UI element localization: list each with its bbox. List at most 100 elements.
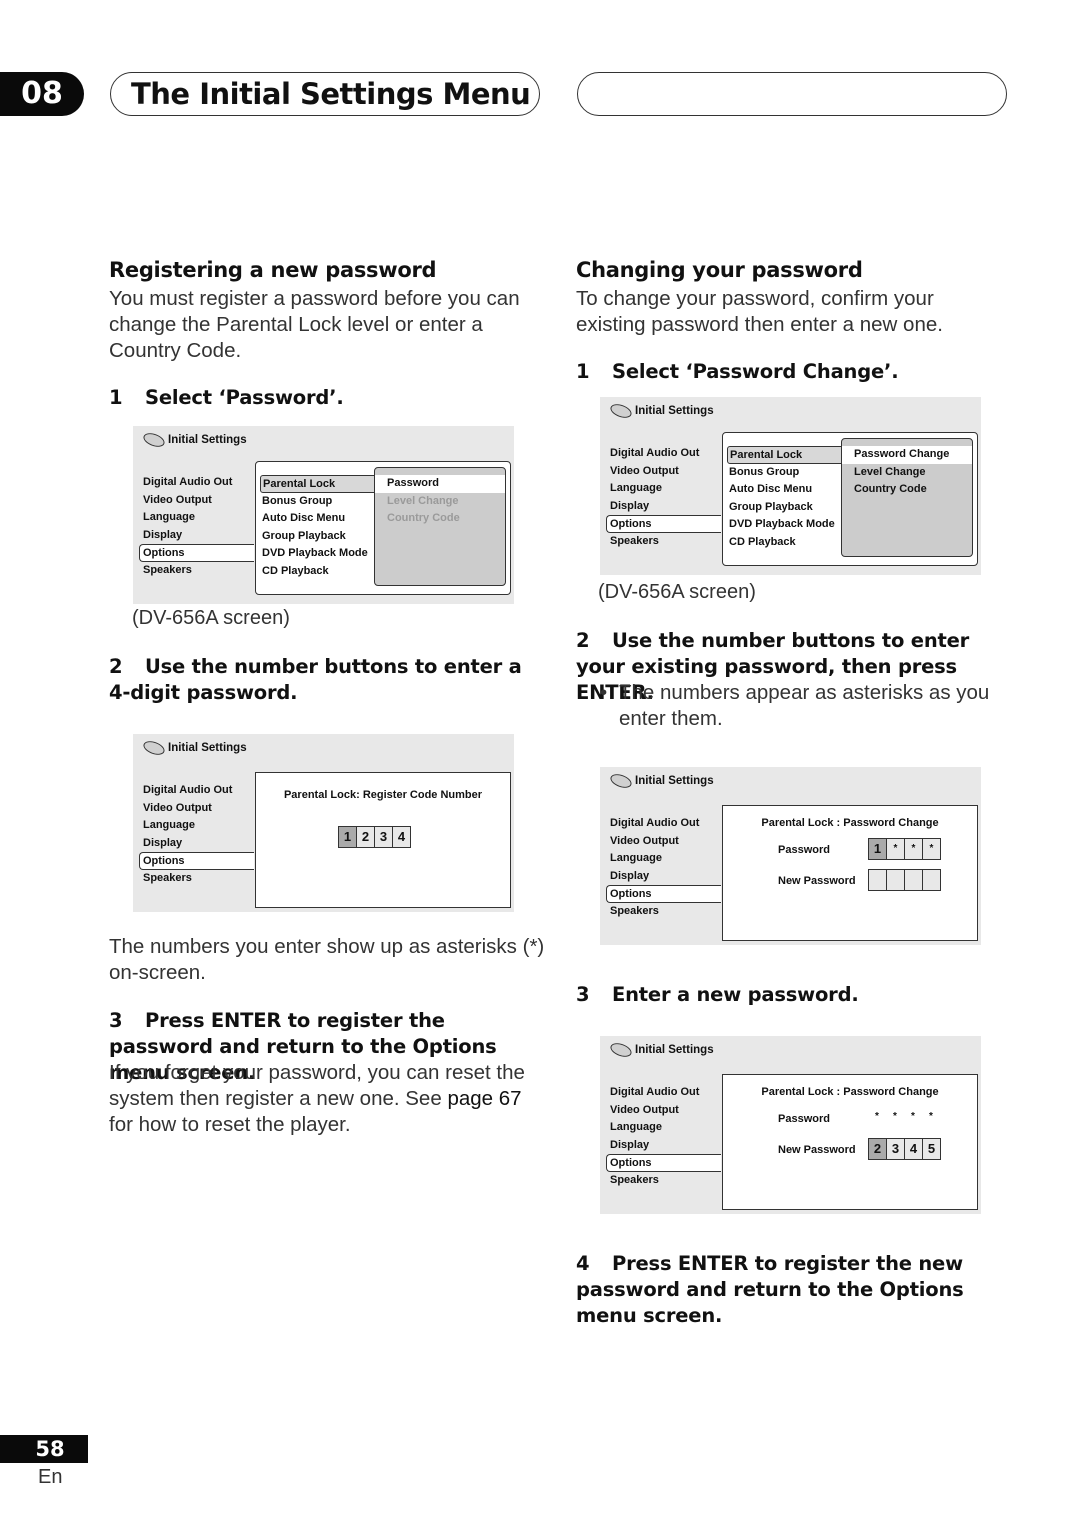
screen-caption: (DV-656A screen) bbox=[132, 607, 290, 629]
chapter-title-box: The Initial Settings Menu bbox=[110, 72, 540, 116]
menu-item-selected[interactable]: Parental Lock bbox=[727, 446, 849, 464]
menu-item[interactable]: Speakers bbox=[143, 870, 254, 888]
panel-title: Parental Lock : Password Change bbox=[761, 817, 939, 829]
menu-item[interactable]: Digital Audio Out bbox=[610, 445, 721, 463]
menu-item-selected[interactable]: Password Change bbox=[842, 446, 972, 464]
menu-item[interactable]: Language bbox=[143, 817, 254, 835]
osd-options-panel: Parental Lock Bonus Group Auto Disc Menu… bbox=[255, 461, 511, 595]
menu-item[interactable]: Language bbox=[143, 509, 254, 527]
digit-box: * bbox=[904, 839, 922, 859]
osd-title: Initial Settings bbox=[141, 738, 247, 758]
osd-screen-confirm-password: Initial Settings Digital Audio Out Video… bbox=[600, 767, 981, 945]
menu-item[interactable]: Display bbox=[610, 1137, 721, 1155]
change-step-1: 1 Select ‘Password Change’. bbox=[576, 359, 899, 385]
password-input[interactable]: 1 * * * bbox=[868, 838, 941, 860]
osd-screen-select-password-change: Initial Settings Digital Audio Out Video… bbox=[600, 397, 981, 575]
menu-item[interactable]: Speakers bbox=[610, 903, 721, 921]
menu-item[interactable]: DVD Playback Mode bbox=[260, 545, 382, 563]
osd-title: Initial Settings bbox=[608, 1040, 714, 1060]
menu-item[interactable]: DVD Playback Mode bbox=[727, 516, 849, 534]
password-masked: * * * * bbox=[875, 1111, 933, 1122]
menu-item-selected[interactable]: Options bbox=[606, 1154, 721, 1172]
new-password-input[interactable]: 2 3 4 5 bbox=[868, 1138, 941, 1160]
menu-item[interactable]: CD Playback bbox=[727, 534, 849, 552]
menu-item[interactable]: Video Output bbox=[610, 833, 721, 851]
menu-item[interactable]: Speakers bbox=[610, 533, 721, 551]
osd-title: Initial Settings bbox=[141, 430, 247, 450]
step-text: Enter a new password. bbox=[612, 983, 859, 1006]
osd-parental-submenu: Password Level Change Country Code bbox=[374, 467, 506, 586]
menu-item[interactable]: Language bbox=[610, 1119, 721, 1137]
digit-box bbox=[869, 870, 886, 890]
change-step-4: 4 Press ENTER to register the new passwor… bbox=[576, 1251, 966, 1329]
disc-icon bbox=[608, 1040, 634, 1060]
digit-box: 3 bbox=[374, 827, 392, 847]
menu-item-selected[interactable]: Options bbox=[606, 515, 721, 533]
menu-item[interactable]: Group Playback bbox=[727, 499, 849, 517]
screen-caption: (DV-656A screen) bbox=[598, 581, 756, 603]
change-step-3: 3 Enter a new password. bbox=[576, 982, 859, 1008]
menu-item-selected[interactable]: Parental Lock bbox=[260, 475, 382, 493]
new-password-input[interactable] bbox=[868, 869, 941, 891]
menu-item-selected[interactable]: Password bbox=[375, 475, 505, 493]
digit-box bbox=[922, 870, 940, 890]
menu-item[interactable]: Language bbox=[610, 850, 721, 868]
register-intro: You must register a password before you … bbox=[109, 287, 520, 362]
menu-item[interactable]: CD Playback bbox=[260, 563, 382, 581]
section-heading-register: Registering a new password bbox=[109, 258, 437, 282]
menu-item[interactable]: Speakers bbox=[610, 1172, 721, 1190]
register-step-1: 1 Select ‘Password’. bbox=[109, 385, 344, 411]
osd-main-menu: Digital Audio Out Video Output Language … bbox=[606, 815, 721, 921]
digit-box: 4 bbox=[392, 827, 410, 847]
menu-item[interactable]: Digital Audio Out bbox=[143, 782, 254, 800]
step-number: 4 bbox=[576, 1252, 590, 1275]
menu-item-selected[interactable]: Options bbox=[139, 544, 254, 562]
step-number: 2 bbox=[576, 629, 590, 652]
digit-box: 2 bbox=[869, 1139, 886, 1159]
menu-item[interactable]: Auto Disc Menu bbox=[727, 481, 849, 499]
chapter-title: The Initial Settings Menu bbox=[131, 77, 531, 111]
reset-note: If you forget your password, you can res… bbox=[109, 1061, 525, 1136]
menu-item-disabled: Level Change bbox=[387, 494, 459, 507]
menu-item[interactable]: Country Code bbox=[842, 481, 972, 499]
menu-item[interactable]: Video Output bbox=[143, 492, 254, 510]
menu-item-selected[interactable]: Options bbox=[139, 852, 254, 870]
menu-item-selected[interactable]: Options bbox=[606, 885, 721, 903]
menu-item[interactable]: Video Output bbox=[610, 1102, 721, 1120]
menu-item[interactable]: Display bbox=[143, 835, 254, 853]
menu-item[interactable]: Display bbox=[143, 527, 254, 545]
menu-item[interactable]: Digital Audio Out bbox=[610, 815, 721, 833]
menu-item[interactable]: Auto Disc Menu bbox=[260, 510, 382, 528]
menu-item[interactable]: Bonus Group bbox=[260, 493, 382, 511]
digit-box: * bbox=[922, 839, 940, 859]
menu-item[interactable]: Video Output bbox=[143, 800, 254, 818]
disc-icon bbox=[141, 430, 167, 450]
section-heading-change: Changing your password bbox=[576, 258, 863, 282]
asterisk-bullet: • The numbers appear as asterisks as you… bbox=[600, 681, 990, 730]
code-input[interactable]: 1 2 3 4 bbox=[338, 826, 411, 848]
page-reference-link[interactable]: page 67 bbox=[447, 1087, 521, 1110]
step-number: 3 bbox=[576, 983, 590, 1006]
menu-item[interactable]: Bonus Group bbox=[727, 464, 849, 482]
menu-item[interactable]: Speakers bbox=[143, 562, 254, 580]
language-code: En bbox=[38, 1466, 63, 1488]
menu-item[interactable]: Group Playback bbox=[260, 528, 382, 546]
menu-item[interactable]: Language bbox=[610, 480, 721, 498]
password-label: Password bbox=[778, 844, 830, 856]
menu-item[interactable]: Level Change bbox=[842, 464, 972, 482]
osd-main-menu: Digital Audio Out Video Output Language … bbox=[139, 474, 254, 580]
page-number: 58 bbox=[0, 1435, 88, 1463]
digit-box bbox=[886, 870, 904, 890]
menu-item[interactable]: Digital Audio Out bbox=[143, 474, 254, 492]
osd-title: Initial Settings bbox=[608, 771, 714, 791]
osd-screen-select-password: Initial Settings Digital Audio Out Video… bbox=[133, 426, 514, 604]
menu-item[interactable]: Digital Audio Out bbox=[610, 1084, 721, 1102]
step-text: Select ‘Password Change’. bbox=[612, 360, 899, 383]
new-password-label: New Password bbox=[778, 875, 856, 887]
menu-item[interactable]: Display bbox=[610, 868, 721, 886]
step-number: 2 bbox=[109, 655, 123, 678]
menu-item[interactable]: Video Output bbox=[610, 463, 721, 481]
osd-main-menu: Digital Audio Out Video Output Language … bbox=[606, 445, 721, 551]
menu-item[interactable]: Display bbox=[610, 498, 721, 516]
osd-main-menu: Digital Audio Out Video Output Language … bbox=[606, 1084, 721, 1190]
